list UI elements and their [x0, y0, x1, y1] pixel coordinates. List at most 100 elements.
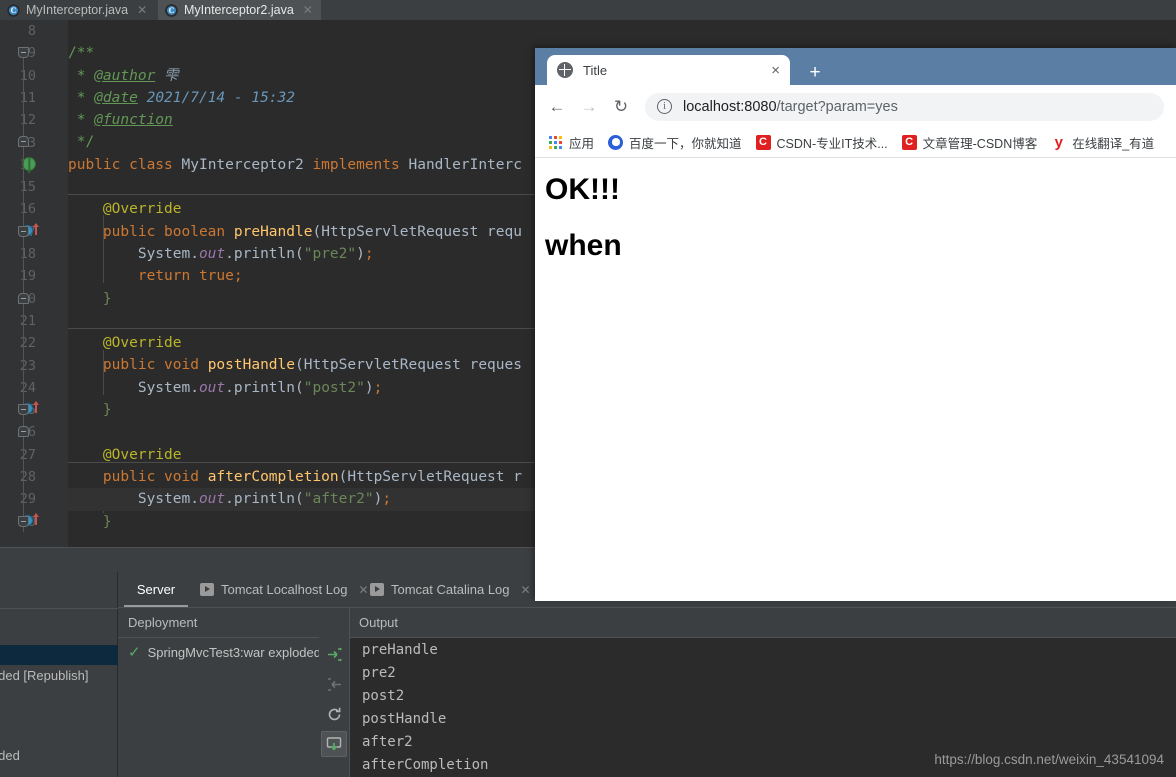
update-application-icon[interactable] — [321, 731, 347, 757]
bookmark-csdn-tech[interactable]: C CSDN-专业IT技术... — [752, 131, 892, 154]
baidu-icon — [608, 135, 624, 150]
bookmark-label: 百度一下，你就知道 — [629, 137, 742, 151]
reload-button[interactable]: ↻ — [605, 91, 637, 123]
back-button[interactable]: ← — [541, 91, 573, 123]
close-icon[interactable]: × — [771, 63, 780, 78]
line-number: 27 — [19, 446, 36, 463]
line-number: 10 — [19, 67, 36, 84]
line-number: 8 — [27, 23, 36, 39]
browser-tab-label: Title — [583, 62, 608, 78]
bookmark-apps[interactable]: 应用 — [545, 131, 598, 154]
watermark-url: https://blog.csdn.net/weixin_43541094 — [934, 752, 1164, 767]
youdao-icon: y — [1054, 134, 1063, 151]
bookmark-youdao[interactable]: y 在线翻译_有道 — [1047, 131, 1158, 154]
output-line: preHandle — [362, 642, 438, 658]
run-icon — [200, 583, 214, 596]
implementing-method-arrow-icon — [33, 223, 39, 235]
bookmark-label: CSDN-专业IT技术... — [776, 137, 888, 151]
page-heading-ok: OK!!! — [545, 173, 620, 206]
editor-tab-label: MyInterceptor2.java — [184, 3, 294, 17]
tree-row-loaded[interactable]: loded — [0, 748, 20, 763]
line-number: 16 — [19, 201, 36, 218]
editor-tab-myinterceptor[interactable]: MyInterceptor.java ✕ — [0, 0, 155, 20]
address-bar-url: localhost:8080/target?param=yes — [683, 99, 898, 115]
browser-toolbar: ← → ↻ localhost:8080/target?param=yes — [535, 85, 1176, 128]
tool-window-services: loded [Republish] loded Server Tomcat Lo… — [0, 572, 1176, 777]
tool-window-column-headers: Deployment Output — [118, 607, 1176, 638]
line-number: 29 — [19, 491, 36, 508]
deployment-toolbar — [319, 637, 349, 777]
java-class-icon — [7, 3, 20, 17]
editor-tab-strip: MyInterceptor.java ✕ MyInterceptor2.java… — [0, 0, 1176, 20]
line-number: 23 — [19, 357, 36, 374]
java-class-icon — [165, 3, 178, 17]
output-line: postHandle — [362, 711, 447, 727]
line-number: 21 — [19, 312, 36, 329]
globe-icon — [557, 62, 573, 78]
csdn-icon: C — [901, 135, 917, 150]
redeploy-icon[interactable] — [321, 701, 347, 727]
csdn-icon: C — [755, 135, 771, 150]
editor-tab-label: MyInterceptor.java — [26, 3, 129, 17]
line-number: 18 — [19, 246, 36, 262]
tab-label: Tomcat Localhost Log — [221, 582, 348, 597]
bookmark-label: 应用 — [569, 137, 595, 151]
tree-row-label: loded [Republish] — [0, 668, 89, 683]
forward-button[interactable]: → — [573, 91, 605, 123]
bookmark-label: 文章管理-CSDN博客 — [922, 137, 1038, 151]
implementing-method-arrow-icon — [33, 401, 39, 413]
tab-label: Tomcat Catalina Log — [391, 582, 510, 597]
chrome-browser-window: Title × + ← → ↻ localhost:8080/target?pa… — [535, 48, 1176, 601]
fold-collapse-icon[interactable] — [18, 404, 29, 415]
line-number: 11 — [19, 89, 36, 106]
url-host: localhost:8080 — [683, 98, 777, 115]
deploy-all-icon[interactable] — [321, 641, 347, 667]
column-header-output: Output — [359, 615, 399, 630]
tab-server[interactable]: Server — [124, 572, 188, 607]
fold-expand-icon[interactable] — [18, 136, 29, 147]
page-heading-when: when — [545, 229, 622, 262]
services-tree-panel[interactable]: loded [Republish] loded — [0, 572, 118, 777]
close-icon[interactable]: ✕ — [303, 3, 313, 17]
column-header-deployment: Deployment — [128, 615, 198, 630]
fold-expand-icon[interactable] — [18, 426, 29, 437]
fold-collapse-icon[interactable] — [18, 47, 29, 58]
bookmark-baidu[interactable]: 百度一下，你就知道 — [604, 131, 746, 154]
address-bar[interactable]: localhost:8080/target?param=yes — [645, 92, 1164, 121]
fold-collapse-icon[interactable] — [18, 516, 29, 527]
check-icon: ✓ — [128, 644, 141, 661]
browser-tab-title[interactable]: Title × — [547, 55, 790, 85]
line-number: 15 — [19, 179, 36, 196]
browser-page-content: OK!!! when — [535, 159, 1176, 601]
deployment-item[interactable]: ✓ SpringMvcTest3:war exploded — [128, 645, 321, 660]
tab-tomcat-localhost-log[interactable]: Tomcat Localhost Log ✕ — [196, 572, 373, 607]
tree-selected-row[interactable] — [0, 645, 118, 665]
info-circle-icon[interactable] — [657, 99, 672, 114]
line-number: 12 — [19, 112, 36, 129]
output-line: post2 — [362, 688, 405, 704]
close-icon[interactable]: ✕ — [137, 3, 147, 17]
close-icon[interactable]: ✕ — [521, 583, 531, 597]
output-pane[interactable]: preHandle pre2 post2 postHandle after2 a… — [349, 637, 1176, 777]
bookmarks-bar: 应用 百度一下，你就知道 C CSDN-专业IT技术... C 文章管理-CSD… — [535, 128, 1176, 158]
line-number: 24 — [19, 379, 36, 396]
new-tab-button[interactable]: + — [801, 62, 829, 84]
bookmark-csdn-blog[interactable]: C 文章管理-CSDN博客 — [898, 131, 1042, 154]
run-icon — [370, 583, 384, 596]
undeploy-icon[interactable] — [321, 671, 347, 697]
fold-collapse-icon[interactable] — [18, 226, 29, 237]
tab-label: Server — [136, 582, 176, 597]
output-line: after2 — [362, 734, 413, 750]
browser-tab-strip: Title × + — [535, 48, 1176, 85]
tab-tomcat-catalina-log[interactable]: Tomcat Catalina Log ✕ — [366, 572, 535, 607]
editor-tab-myinterceptor2[interactable]: MyInterceptor2.java ✕ — [158, 0, 321, 20]
line-number: 28 — [19, 469, 36, 485]
fold-expand-icon[interactable] — [18, 293, 29, 304]
deployment-pane[interactable]: ✓ SpringMvcTest3:war exploded — [118, 637, 349, 777]
editor-gutter[interactable]: 8 9 10 11 12 13 14 15 16 17 18 19 20 21 … — [0, 20, 68, 547]
output-line: afterCompletion — [362, 757, 489, 773]
bookmark-label: 在线翻译_有道 — [1072, 137, 1155, 151]
tree-row-republish[interactable]: loded [Republish] — [0, 668, 88, 683]
line-number: 19 — [19, 268, 36, 285]
